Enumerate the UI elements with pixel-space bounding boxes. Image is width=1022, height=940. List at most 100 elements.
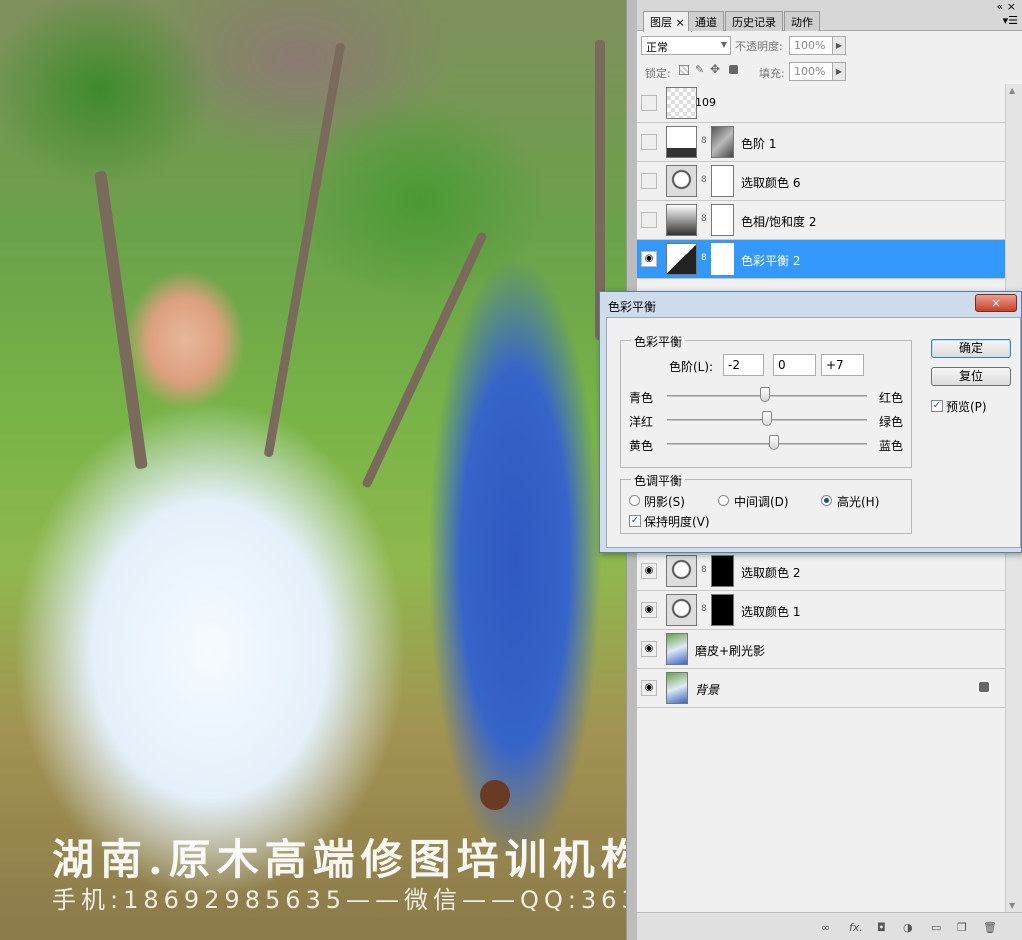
selective-color-thumbnail-icon xyxy=(666,165,697,197)
magenta-green-slider-knob[interactable] xyxy=(762,411,772,426)
tab-channels[interactable]: 通道 xyxy=(688,11,724,31)
layer-name: 磨皮+刷光影 xyxy=(695,644,766,658)
panel-menu-icon[interactable]: ▾☰ xyxy=(1003,14,1018,27)
lock-icon xyxy=(979,682,989,692)
fill-input[interactable]: 100% xyxy=(789,62,833,81)
layer-mask[interactable] xyxy=(711,204,734,236)
radio-highlights[interactable] xyxy=(821,495,832,506)
tree-trunk xyxy=(263,42,346,458)
trash-icon[interactable]: 🗑 xyxy=(983,921,997,934)
fill-label: 填充: xyxy=(759,67,785,80)
layer-mask[interactable] xyxy=(711,243,734,275)
eye-icon[interactable]: ◉ xyxy=(641,641,657,657)
slider-blue-label: 蓝色 xyxy=(879,439,904,453)
radio-shadows[interactable] xyxy=(629,495,640,506)
color-balance-group-title: 色彩平衡 xyxy=(631,333,686,350)
lock-pixels-icon[interactable]: ✎ xyxy=(695,63,704,76)
adjustment-layer-icon[interactable]: ◑ xyxy=(903,921,913,934)
layer-row[interactable]: ◉ 磨皮+刷光影 xyxy=(637,630,1005,669)
link-layers-icon[interactable]: ∞ xyxy=(821,921,830,934)
visibility-toggle[interactable] xyxy=(641,173,657,189)
slider-green-label: 绿色 xyxy=(879,415,904,429)
eye-icon[interactable]: ◉ xyxy=(641,680,657,696)
layer-thumbnail xyxy=(666,672,688,704)
link-icon: 8 xyxy=(701,136,707,146)
tone-balance-group-title: 色调平衡 xyxy=(631,472,686,489)
layer-thumbnail xyxy=(666,87,697,119)
yellow-blue-slider-knob[interactable] xyxy=(769,435,779,450)
panel-tab-bar: « × 图层 × 通道 历史记录 动作 ▾☰ xyxy=(637,0,1022,32)
blend-row: 正常 ▼ 不透明度: 100% ▶ xyxy=(637,33,1022,59)
panel-collapse-icon[interactable]: « × xyxy=(997,0,1016,13)
cyan-red-slider-knob[interactable] xyxy=(760,387,770,402)
tab-history[interactable]: 历史记录 xyxy=(725,11,783,31)
ok-button[interactable]: 确定 xyxy=(931,339,1011,358)
close-icon[interactable]: × xyxy=(975,294,1017,312)
preview-checkbox[interactable]: ✓ xyxy=(931,400,943,412)
panel-bottom-bar: ∞ fx. ◘ ◑ ▭ ❐ 🗑 xyxy=(637,912,1022,940)
layer-mask[interactable] xyxy=(711,594,734,626)
shadows-label: 阴影(S) xyxy=(644,495,685,509)
color-balance-thumbnail-icon xyxy=(666,243,697,275)
tab-layers[interactable]: 图层 × xyxy=(643,11,692,32)
layer-row[interactable]: 8 色相/饱和度 2 xyxy=(637,201,1005,240)
layer-row[interactable]: 109 xyxy=(637,84,1005,123)
tree-trunk xyxy=(94,170,148,470)
opacity-label: 不透明度: xyxy=(735,40,783,53)
reset-button[interactable]: 复位 xyxy=(931,367,1011,386)
tab-close-icon[interactable]: × xyxy=(676,16,685,29)
chevron-down-icon: ▼ xyxy=(720,40,727,49)
dialog-title: 色彩平衡 xyxy=(608,300,657,314)
scroll-up-icon[interactable]: ▲ xyxy=(1009,86,1015,95)
layer-row[interactable]: 8 选取颜色 6 xyxy=(637,162,1005,201)
visibility-toggle[interactable] xyxy=(641,134,657,150)
layer-row[interactable]: 8 色阶 1 xyxy=(637,123,1005,162)
preserve-luminosity-checkbox[interactable]: ✓ xyxy=(629,515,641,527)
eye-icon[interactable]: ◉ xyxy=(641,563,657,579)
layer-name: 109 xyxy=(695,96,716,109)
layer-mask[interactable] xyxy=(711,126,734,158)
levels-input-cyan-red[interactable]: -2 xyxy=(723,354,764,376)
opacity-slider-button[interactable]: ▶ xyxy=(832,36,846,55)
layer-mask[interactable] xyxy=(711,555,734,587)
layer-name: 色相/饱和度 2 xyxy=(741,215,817,229)
new-group-icon[interactable]: ▭ xyxy=(931,921,941,934)
fill-slider-button[interactable]: ▶ xyxy=(832,62,846,81)
layer-row[interactable]: ◉ 8 选取颜色 1 xyxy=(637,591,1005,630)
levels-input-magenta-green[interactable]: 0 xyxy=(773,354,816,376)
layer-name: 选取颜色 1 xyxy=(741,605,801,619)
new-layer-icon[interactable]: ❐ xyxy=(957,921,967,934)
visibility-toggle[interactable] xyxy=(641,212,657,228)
tab-actions[interactable]: 动作 xyxy=(784,11,820,31)
blend-mode-value: 正常 xyxy=(646,41,668,54)
color-balance-dialog: 色彩平衡 × 色彩平衡 色阶(L): -2 0 +7 青色 红色 洋红 绿色 黄… xyxy=(599,291,1022,553)
eye-icon[interactable]: ◉ xyxy=(641,602,657,618)
layer-name: 选取颜色 6 xyxy=(741,176,801,190)
layer-row[interactable]: ◉ 背景 xyxy=(637,669,1005,708)
yellow-blue-slider-track[interactable] xyxy=(667,443,867,445)
opacity-input[interactable]: 100% xyxy=(789,36,833,55)
selective-color-thumbnail-icon xyxy=(666,555,697,587)
lock-row: 锁定: ✎ ✥ 填充: 100% ▶ xyxy=(637,59,1022,85)
lock-all-icon[interactable] xyxy=(729,65,738,74)
lock-transparent-icon[interactable] xyxy=(679,65,689,75)
tab-layers-label: 图层 xyxy=(650,16,672,29)
layer-row[interactable]: ◉ 8 选取颜色 2 xyxy=(637,552,1005,591)
selective-color-thumbnail-icon xyxy=(666,594,697,626)
levels-input-yellow-blue[interactable]: +7 xyxy=(821,354,864,376)
slider-red-label: 红色 xyxy=(879,391,904,405)
slider-yellow-label: 黄色 xyxy=(629,439,654,453)
levels-label: 色阶(L): xyxy=(669,360,714,374)
visibility-toggle[interactable] xyxy=(641,95,657,111)
radio-midtones[interactable] xyxy=(718,495,729,506)
layer-mask[interactable] xyxy=(711,165,734,197)
layer-row-selected[interactable]: ◉ 8 色彩平衡 2 xyxy=(637,240,1005,279)
lock-position-icon[interactable]: ✥ xyxy=(710,62,720,76)
photo-canvas[interactable]: 湖南.原木高端修图培训机构出品 手机:18692985635——微信——QQ:3… xyxy=(0,0,626,940)
blend-mode-select[interactable]: 正常 ▼ xyxy=(641,36,731,55)
eye-icon[interactable]: ◉ xyxy=(641,251,657,267)
fx-icon[interactable]: fx. xyxy=(849,921,863,934)
preview-label: 预览(P) xyxy=(946,400,987,414)
add-mask-icon[interactable]: ◘ xyxy=(877,921,886,934)
scroll-down-icon[interactable]: ▼ xyxy=(1009,901,1015,910)
